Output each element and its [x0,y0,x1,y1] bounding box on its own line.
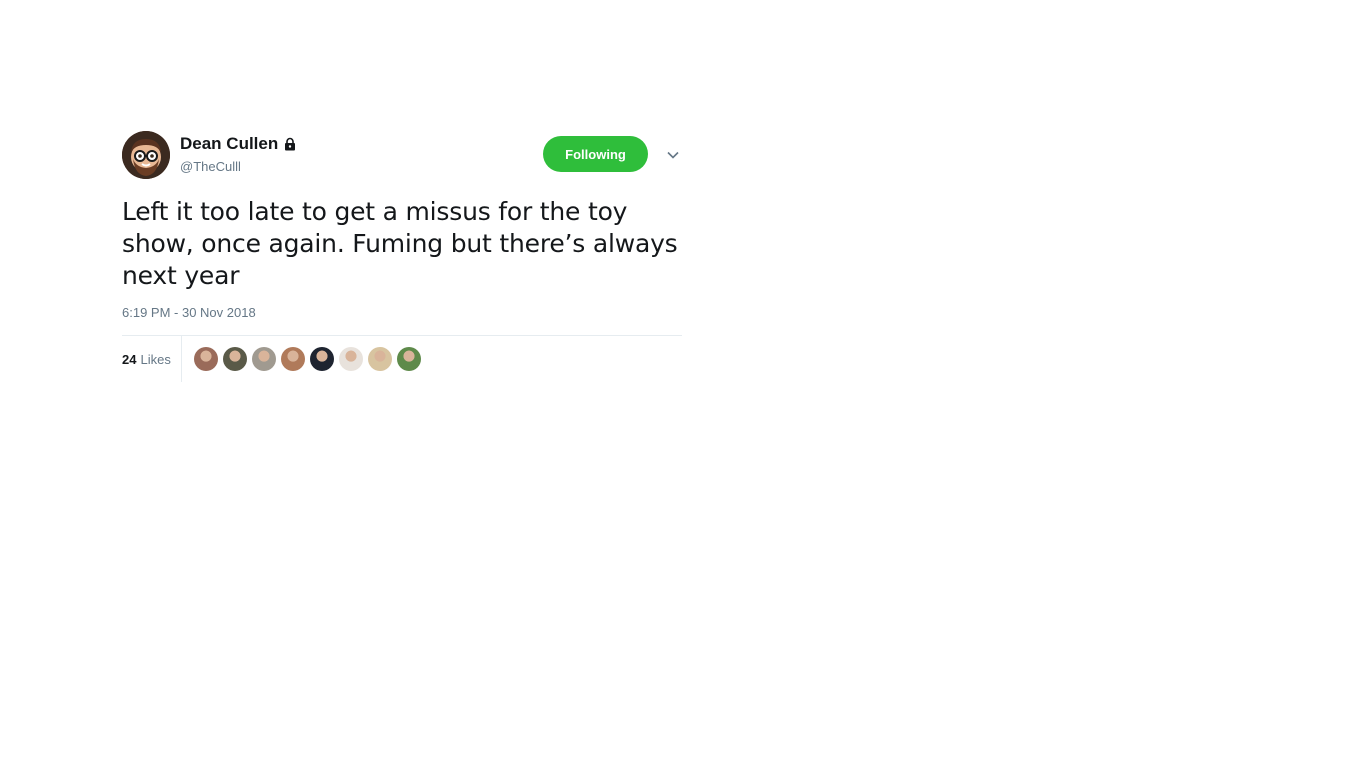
tweet-stats: 24 Likes [122,336,682,382]
liker-avatar-7[interactable] [367,347,392,371]
fullname-row: Dean Cullen [180,134,297,154]
likes-stat[interactable]: 24 Likes [122,336,182,382]
author-handle[interactable]: @TheCulll [180,159,297,175]
author-avatar[interactable] [122,131,170,179]
following-button[interactable]: Following [543,136,648,172]
liker-avatar-5[interactable] [309,347,334,371]
tweet-timestamp[interactable]: 6:19 PM - 30 Nov 2018 [122,304,682,322]
liker-avatar-8[interactable] [396,347,421,371]
tweet-text: Left it too late to get a missus for the… [122,197,678,290]
lock-icon [283,137,297,151]
liker-avatar-3[interactable] [251,347,276,371]
liker-avatar-6[interactable] [338,347,363,371]
likes-label: Likes [140,351,171,367]
liker-avatars [193,347,426,371]
liker-avatar-1[interactable] [193,347,218,371]
chevron-down-icon[interactable] [666,148,680,162]
liker-avatar-4[interactable] [280,347,305,371]
likes-count: 24 [122,351,137,367]
author-name[interactable]: Dean Cullen [180,134,278,154]
author-names: Dean Cullen @TheCulll [180,134,297,175]
liker-avatar-2[interactable] [222,347,247,371]
tweet: Dean Cullen @TheCulll Following Left it … [122,130,682,382]
tweet-header: Dean Cullen @TheCulll Following [122,130,682,180]
